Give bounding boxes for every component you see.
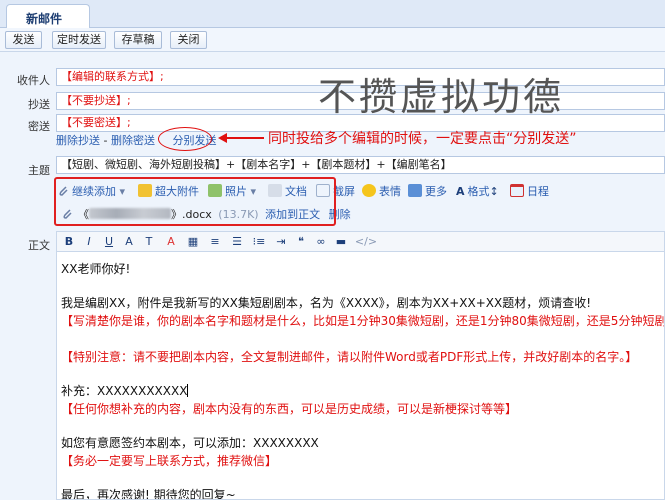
body-contact: 如您有意愿签约本剧本，可以添加：XXXXXXXX: [61, 436, 319, 450]
close-button[interactable]: 关闭: [170, 31, 207, 49]
tab-bar: 新邮件: [0, 0, 665, 29]
body-greeting: XX老师你好!: [61, 262, 131, 276]
numbered-list-button[interactable]: ⁝≡: [251, 234, 267, 249]
annotation-circle: [158, 127, 212, 151]
body-label: 正文: [28, 239, 50, 252]
body-note-intro: 【写清楚你是谁，你的剧本名字和题材是什么，比如是1分钟30集微短剧，还是1分钟8…: [61, 314, 665, 328]
body-supplement: 补充：XXXXXXXXXXX: [61, 384, 189, 398]
italic-button[interactable]: I: [81, 234, 97, 249]
background-color-button[interactable]: ▦: [185, 234, 201, 249]
message-body-editor[interactable]: XX老师你好! 我是编剧XX，附件是我新写的XX集短剧剧本，名为《XXXX》，剧…: [56, 251, 665, 500]
scheduled-send-button[interactable]: 定时发送: [52, 31, 106, 49]
text-color-button[interactable]: A: [163, 234, 179, 249]
to-label: 收件人: [17, 74, 50, 87]
body-note-attention: 【特别注意：请不要把剧本内容，全文复制进邮件，请以附件Word或者PDF形式上传…: [61, 350, 638, 364]
quote-button[interactable]: ❝: [293, 234, 309, 249]
more-button[interactable]: 更多: [408, 183, 447, 201]
underline-button[interactable]: U: [101, 234, 117, 249]
remove-cc-link[interactable]: 删除抄送: [56, 134, 100, 147]
format-icon: A: [456, 185, 465, 198]
body-closing: 最后，再次感谢! 期待您的回复~: [61, 488, 236, 500]
body-intro: 我是编剧XX，附件是我新写的XX集短剧剧本，名为《XXXX》，剧本为XX+XX+…: [61, 296, 592, 310]
emoji-button[interactable]: 表情: [362, 183, 401, 201]
tab-new-mail[interactable]: 新邮件: [6, 4, 90, 29]
body-note-contact: 【务必一定要写上联系方式，推荐微信】: [61, 454, 278, 468]
bcc-label: 密送: [28, 120, 50, 133]
save-draft-button[interactable]: 存草稿: [114, 31, 162, 49]
more-icon: [408, 184, 422, 197]
link-separator: -: [100, 134, 111, 147]
divider-button[interactable]: ▬: [333, 234, 349, 249]
format-button[interactable]: A 格式↕: [456, 183, 499, 201]
text-caret: [187, 384, 189, 397]
calendar-icon: [510, 184, 524, 197]
subject-field[interactable]: 【短剧、微短剧、海外短剧投稿】+【剧本名字】+【剧本题材】+【编剧笔名】: [56, 156, 665, 174]
format-toolbar: B I U A T A ▦ ≡ ☰ ⁝≡ ⇥ ❝ ∞ ▬ </>: [56, 231, 665, 251]
subject-label: 主题: [28, 164, 50, 177]
remove-bcc-link[interactable]: 删除密送: [111, 134, 155, 147]
emoji-icon: [362, 184, 376, 197]
bold-button[interactable]: B: [61, 234, 77, 249]
source-code-button[interactable]: </>: [353, 234, 379, 249]
cc-label: 抄送: [28, 98, 50, 111]
calendar-button[interactable]: 日程: [510, 183, 549, 201]
annotation-text: 同时投给多个编辑的时候，一定要点击“分别发送”: [268, 131, 577, 147]
watermark-text: 不攒虚拟功德: [318, 75, 565, 119]
compose-toolbar: 发送 定时发送 存草稿 关闭: [0, 28, 665, 52]
font-button[interactable]: A: [121, 234, 137, 249]
align-button[interactable]: ≡: [207, 234, 223, 249]
font-size-button[interactable]: T: [141, 234, 157, 249]
attachment-highlight-box: [54, 177, 336, 226]
body-note-supplement: 【任何你想补充的内容，剧本内没有的东西，可以是历史成绩，可以是新梗探讨等等】: [61, 402, 518, 416]
indent-button[interactable]: ⇥: [273, 234, 289, 249]
send-button[interactable]: 发送: [5, 31, 42, 49]
annotation-arrow-icon: [218, 133, 264, 143]
link-button[interactable]: ∞: [313, 234, 329, 249]
list-button[interactable]: ☰: [229, 234, 245, 249]
